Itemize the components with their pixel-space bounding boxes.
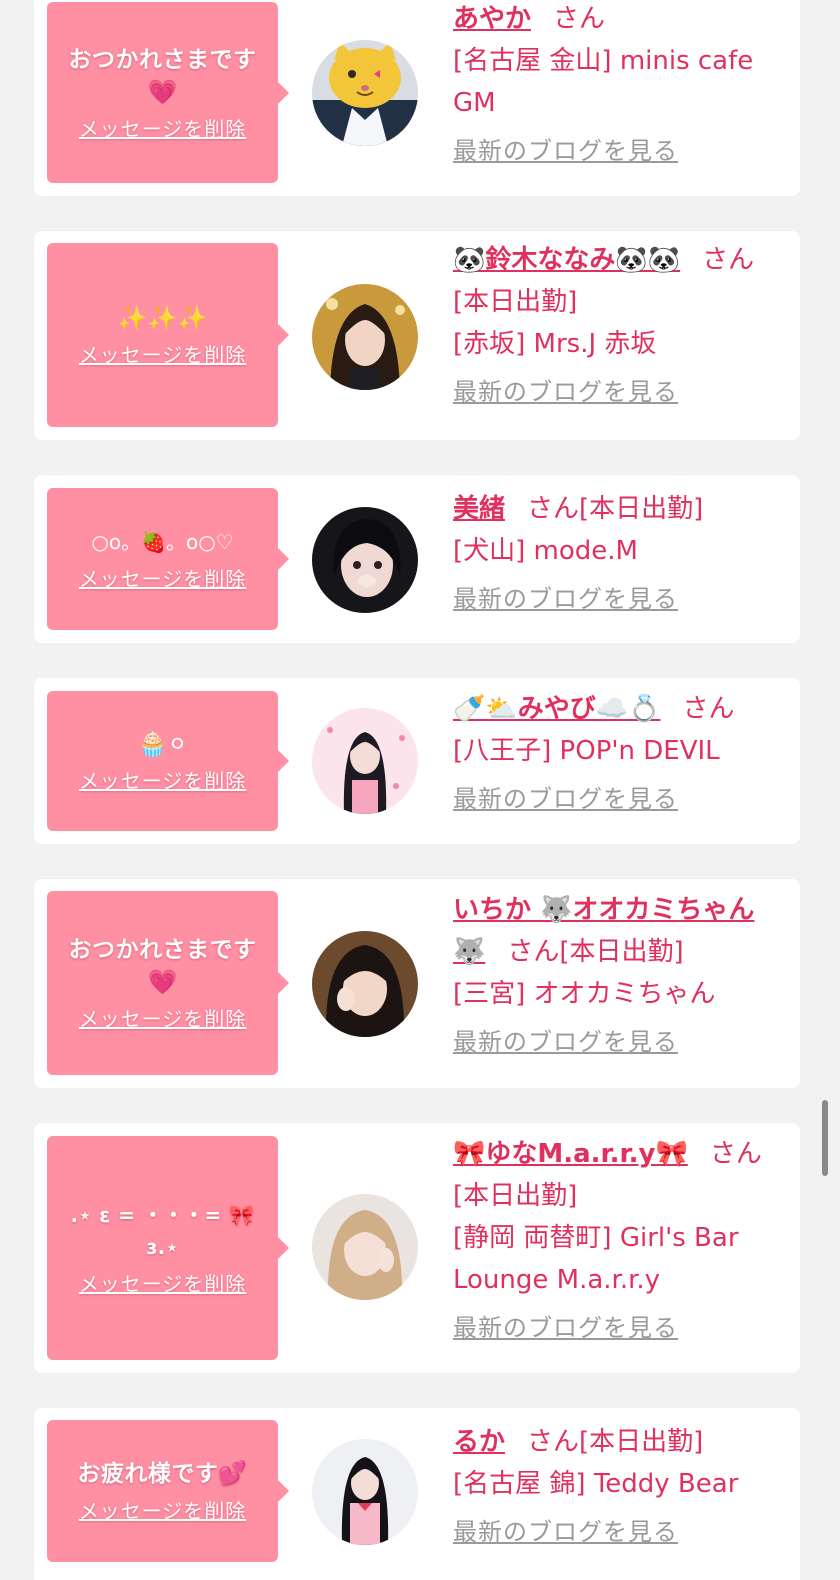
avatar[interactable] — [312, 1194, 418, 1300]
delete-message-link[interactable]: メッセージを削除 — [79, 342, 247, 368]
message-bubble: お疲れ様です💕 メッセージを削除 — [47, 1420, 289, 1562]
shop-line: [赤坂] Mrs.J 赤坂 — [453, 329, 657, 359]
dark-hair-avatar-icon — [312, 507, 418, 613]
message-text: おつかれさまです — [68, 46, 257, 73]
avatar[interactable] — [312, 931, 418, 1037]
message-card: お疲れ様です💕 メッセージを削除 るか さん[本日出勤] [名古屋 錦] Tedd… — [34, 1408, 800, 1580]
shop-line: [八王子] POP'n DEVIL — [453, 736, 720, 766]
profile-info: 🐼鈴木ななみ🐼🐼 さん [本日出勤] [赤坂] Mrs.J 赤坂 最新のブログを見… — [453, 239, 789, 409]
status-line: [本日出勤] — [453, 287, 578, 317]
honorific-label: さん — [507, 937, 560, 967]
status-label: [本日出勤] — [559, 937, 684, 967]
honorific-label: さん — [527, 1427, 580, 1457]
delete-message-link[interactable]: メッセージを削除 — [79, 1498, 247, 1524]
shop-line: [三宮] オオカミちゃん — [453, 979, 716, 1009]
message-card: ✨✨✨ メッセージを削除 🐼鈴木ななみ🐼🐼 さん [本日出勤] [赤坂] Mrs.… — [34, 231, 800, 440]
message-card: .⋆ ε = ・・・= 🎀 ɜ.⋆ メッセージを削除 🎀ゆなM.a.r.r.y🎀… — [34, 1123, 800, 1373]
latest-blog-link[interactable]: 最新のブログを見る — [453, 1025, 789, 1059]
strawberry-emoji: ○o。🍓。o○♡ — [91, 530, 234, 554]
message-bubble: 🧁⚪ メッセージを削除 — [47, 691, 289, 831]
delete-message-link[interactable]: メッセージを削除 — [79, 566, 247, 592]
message-text: お疲れ様です💕 — [77, 1461, 248, 1487]
message-card: ○o。🍓。o○♡ メッセージを削除 美緒 さん[本日出勤] [犬山] mode.M… — [34, 475, 800, 643]
message-card: 🧁⚪ メッセージを削除 🍼⛅みやび☁️💍 さん [八王子] POP'n DEVIL… — [34, 678, 800, 844]
honorific-label: さん — [702, 245, 755, 275]
profile-info: るか さん[本日出勤] [名古屋 錦] Teddy Bear 最新のブログを見る — [453, 1421, 789, 1549]
sparkles-emoji: ✨✨✨ — [117, 304, 208, 332]
profile-name-link[interactable]: 🍼⛅みやび☁️💍 — [453, 694, 661, 724]
heart-emoji: 💗 — [147, 77, 178, 106]
pink-avatar-icon — [312, 708, 418, 814]
shop-line: [犬山] mode.M — [453, 536, 638, 566]
profile-info: 🍼⛅みやび☁️💍 さん [八王子] POP'n DEVIL 最新のブログを見る — [453, 688, 789, 816]
message-bubble: ✨✨✨ メッセージを削除 — [47, 243, 289, 427]
profile-name-link[interactable]: 🎀ゆなM.a.r.r.y🎀 — [453, 1139, 688, 1169]
honorific-label: さん — [709, 1139, 762, 1169]
message-bubble: おつかれさまです 💗 メッセージを削除 — [47, 2, 289, 183]
status-line: [本日出勤] — [453, 1181, 578, 1211]
cupcake-emoji: 🧁⚪ — [137, 730, 188, 758]
message-text: おつかれさまです — [68, 937, 257, 963]
profile-name-link[interactable]: るか — [453, 1427, 505, 1457]
idol-avatar-icon — [312, 1439, 418, 1545]
scrollbar[interactable] — [822, 1100, 828, 1176]
delete-message-link[interactable]: メッセージを削除 — [79, 768, 247, 794]
woman-avatar-icon — [312, 284, 418, 390]
message-card: おつかれさまです 💗 メッセージを削除 あやか さん [名古屋 金山] mini… — [34, 0, 800, 196]
avatar[interactable] — [312, 507, 418, 613]
latest-blog-link[interactable]: 最新のブログを見る — [453, 1311, 789, 1345]
avatar[interactable] — [312, 1439, 418, 1545]
latest-blog-link[interactable]: 最新のブログを見る — [453, 375, 789, 409]
message-bubble: ○o。🍓。o○♡ メッセージを削除 — [47, 488, 289, 630]
blonde-avatar-icon — [312, 1194, 418, 1300]
message-bubble: .⋆ ε = ・・・= 🎀 ɜ.⋆ メッセージを削除 — [47, 1136, 289, 1360]
avatar[interactable] — [312, 708, 418, 814]
delete-message-link[interactable]: メッセージを削除 — [79, 1006, 247, 1032]
message-bubble: おつかれさまです 💗 メッセージを削除 — [47, 891, 289, 1075]
profile-info: 🎀ゆなM.a.r.r.y🎀 さん [本日出勤] [静岡 両替町] Girl's B… — [453, 1133, 789, 1345]
cat-filter-avatar-icon — [312, 40, 418, 146]
shop-line: [名古屋 金山] minis cafe GM — [453, 46, 754, 118]
latest-blog-link[interactable]: 最新のブログを見る — [453, 1515, 789, 1549]
avatar[interactable] — [312, 40, 418, 146]
status-label: [本日出勤] — [579, 494, 704, 524]
delete-message-link[interactable]: メッセージを削除 — [79, 1271, 247, 1297]
delete-message-link[interactable]: メッセージを削除 — [79, 116, 247, 142]
message-card: おつかれさまです 💗 メッセージを削除 いちか 🐺オオカミちゃん 🐺 さん[本日出… — [34, 879, 800, 1088]
profile-info: いちか 🐺オオカミちゃん 🐺 さん[本日出勤] [三宮] オオカミちゃん 最新のブ… — [453, 889, 789, 1059]
latest-blog-link[interactable]: 最新のブログを見る — [453, 782, 789, 816]
honorific-label: さん — [682, 694, 735, 724]
honorific-label: さん — [553, 4, 606, 34]
honorific-label: さん — [527, 494, 580, 524]
latest-blog-link[interactable]: 最新のブログを見る — [453, 134, 789, 168]
status-label: [本日出勤] — [579, 1427, 704, 1457]
shop-line: [名古屋 錦] Teddy Bear — [453, 1469, 739, 1499]
profile-info: あやか さん [名古屋 金山] minis cafe GM 最新のブログを見る — [453, 0, 789, 168]
girl-avatar-icon — [312, 931, 418, 1037]
profile-name-link[interactable]: あやか — [453, 4, 531, 34]
profile-name-link[interactable]: 美緒 — [453, 494, 505, 524]
message-list-page: おつかれさまです 💗 メッセージを削除 あやか さん [名古屋 金山] mini… — [0, 0, 840, 1580]
avatar[interactable] — [312, 284, 418, 390]
heart-emoji: 💗 — [147, 968, 178, 996]
shop-line: [静岡 両替町] Girl's Bar Lounge M.a.r.r.y — [453, 1223, 739, 1295]
latest-blog-link[interactable]: 最新のブログを見る — [453, 582, 789, 616]
message-text: .⋆ ε = ・・・= 🎀 ɜ.⋆ — [70, 1203, 255, 1259]
profile-name-link[interactable]: 🐼鈴木ななみ🐼🐼 — [453, 245, 680, 275]
profile-info: 美緒 さん[本日出勤] [犬山] mode.M 最新のブログを見る — [453, 488, 789, 616]
